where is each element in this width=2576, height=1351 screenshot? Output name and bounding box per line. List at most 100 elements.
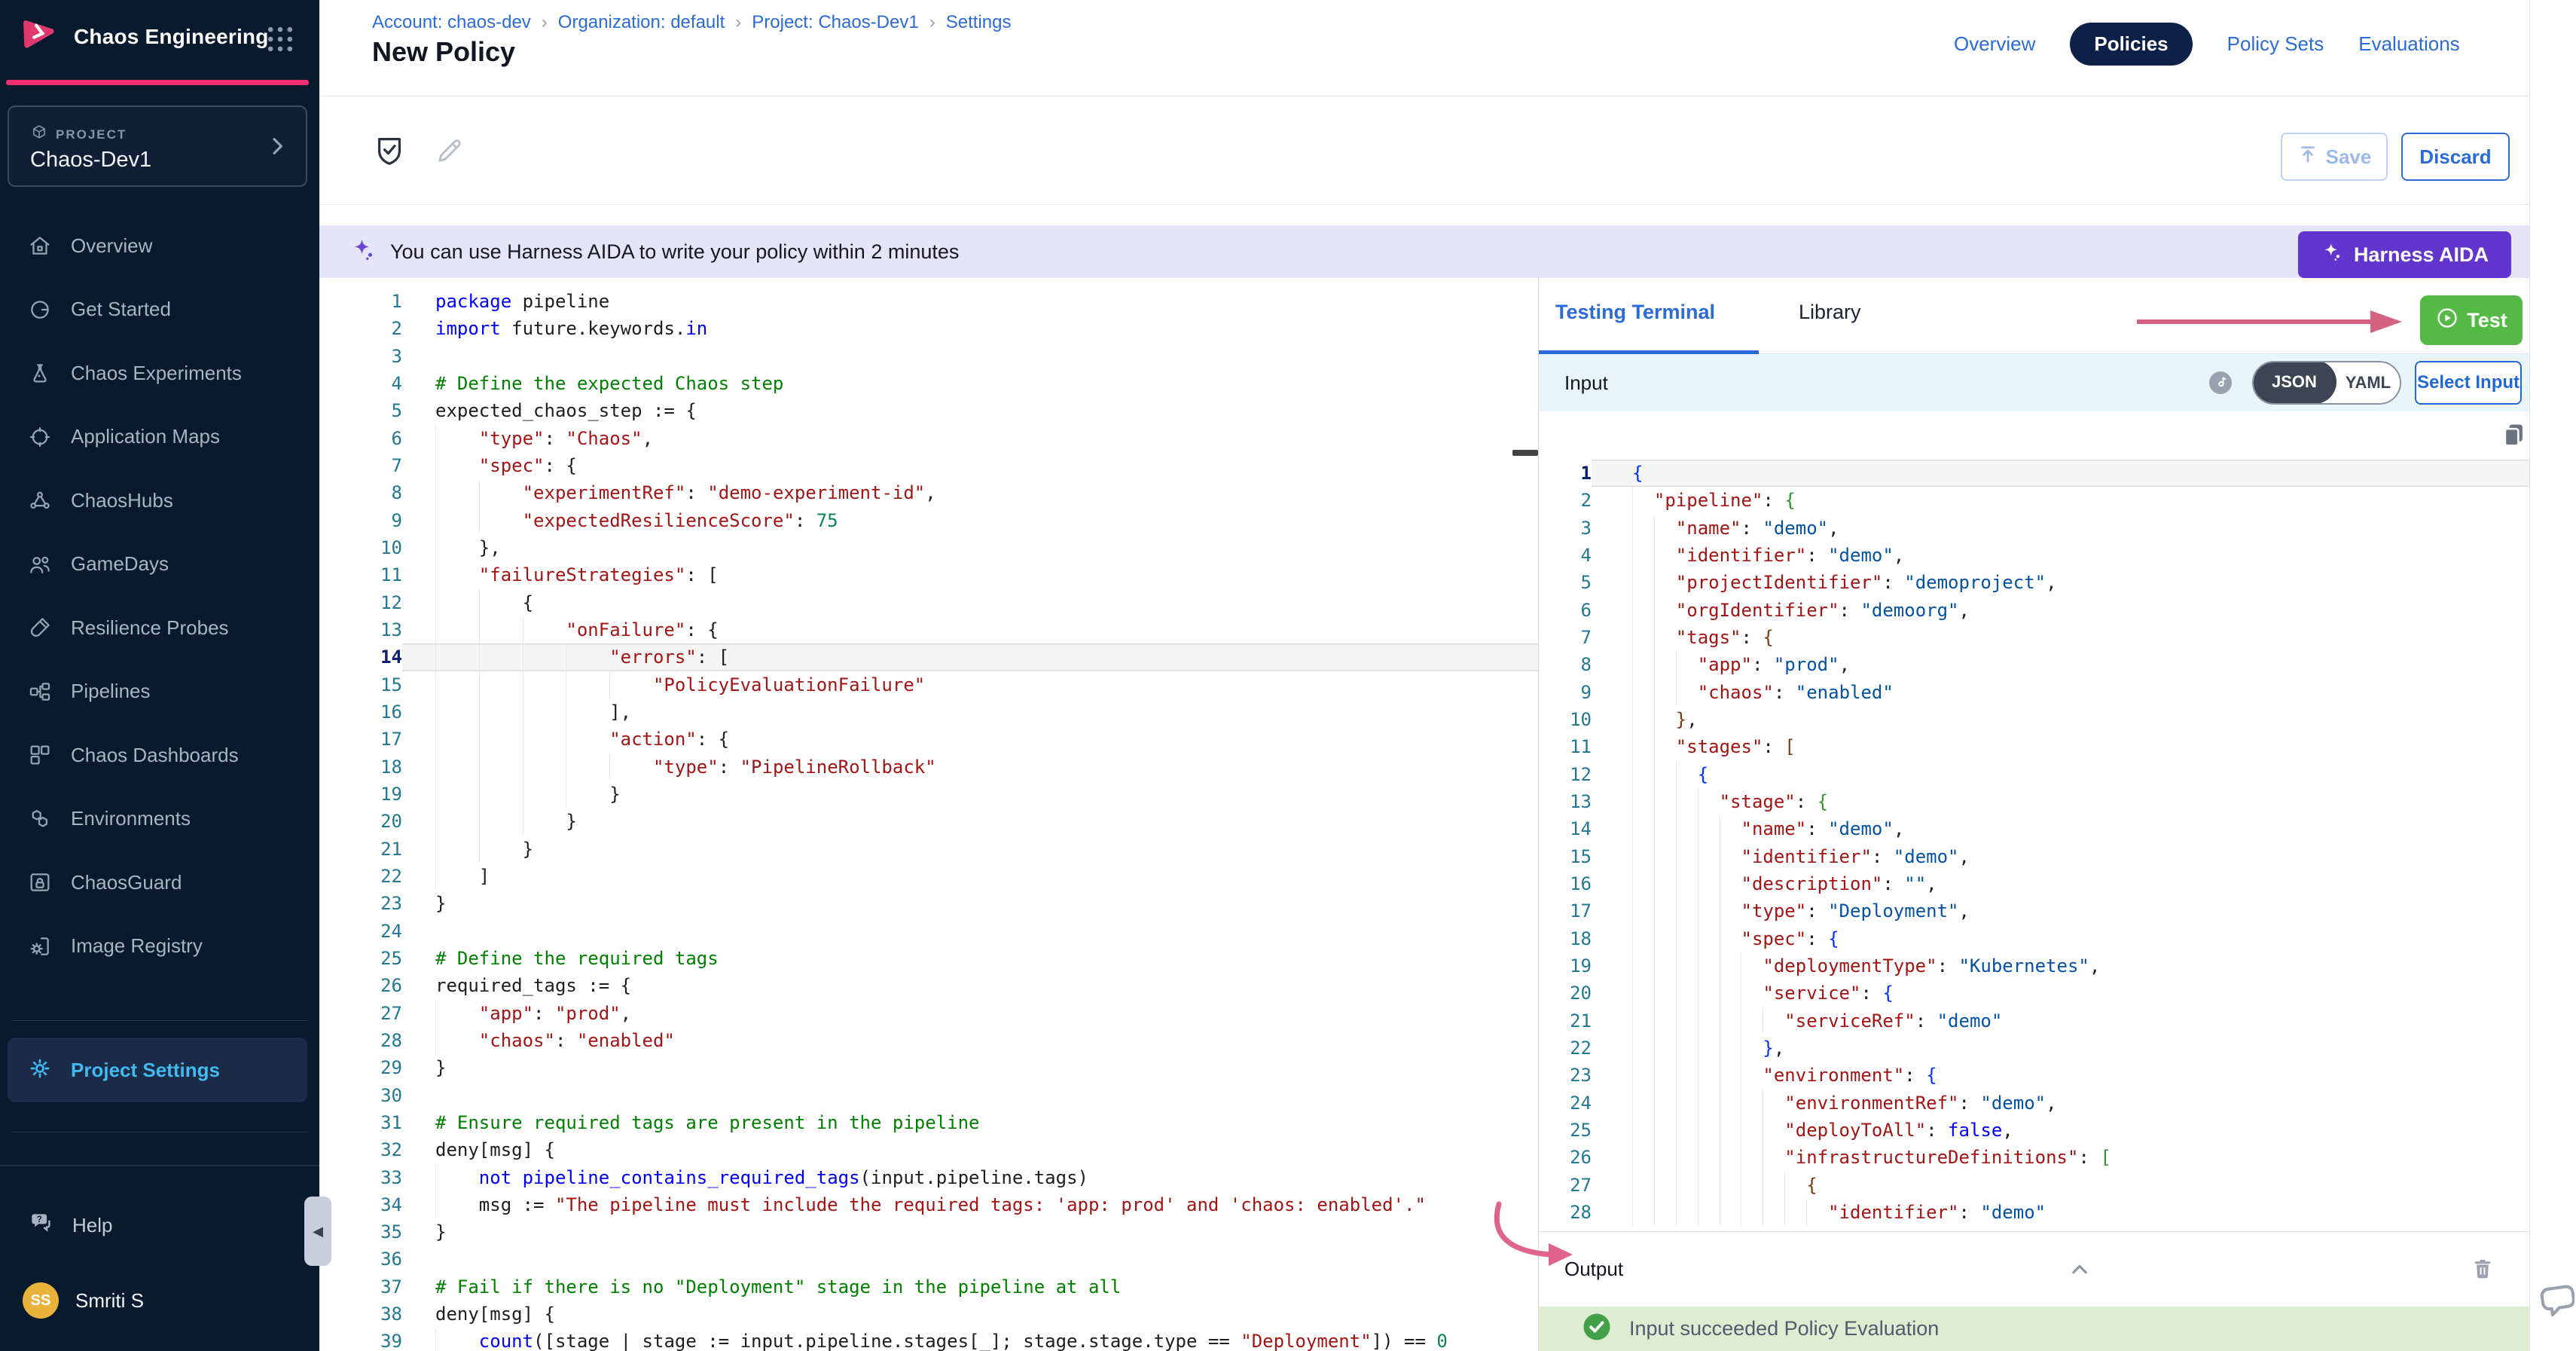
policy-code-editor[interactable]: 1package pipeline2import future.keywords… — [319, 278, 1538, 1351]
sidebar-item-label: Chaos Experiments — [71, 362, 242, 385]
sidebar-collapse-handle[interactable]: ◀ — [304, 1197, 331, 1266]
tab-library[interactable]: Library — [1799, 301, 1861, 324]
code-line: 30 — [319, 1082, 1538, 1109]
tab-testing-terminal[interactable]: Testing Terminal — [1555, 301, 1715, 324]
sidebar-item-chaos-experiments[interactable]: Chaos Experiments — [0, 341, 319, 405]
code-line: 23} — [319, 890, 1538, 917]
code-line: 12 { — [1539, 761, 2529, 788]
breadcrumb-link[interactable]: Account: chaos-dev — [372, 12, 531, 33]
users-icon — [27, 552, 53, 577]
format-toggle: JSON YAML — [2252, 361, 2401, 405]
discard-button[interactable]: Discard — [2401, 133, 2510, 181]
upload-icon — [2297, 144, 2318, 170]
sidebar-item-label: Image Registry — [71, 934, 203, 958]
sidebar-item-get-started[interactable]: Get Started — [0, 278, 319, 342]
format-json-option[interactable]: JSON — [2252, 361, 2336, 404]
tab-policy-sets[interactable]: Policy Sets — [2227, 32, 2324, 56]
sidebar: Chaos Engineering PROJECT Chaos-Dev1 — [0, 0, 319, 1351]
breadcrumb-link[interactable]: Organization: default — [558, 12, 725, 33]
sidebar-item-chaos-dashboards[interactable]: Chaos Dashboards — [0, 723, 319, 787]
breadcrumb-link[interactable]: Settings — [946, 12, 1012, 33]
breadcrumb-link[interactable]: Project: Chaos-Dev1 — [752, 12, 918, 33]
edit-pencil-icon[interactable] — [434, 135, 465, 170]
code-line: 14 "name": "demo", — [1539, 815, 2529, 842]
sidebar-item-label: ChaosHubs — [71, 489, 173, 512]
select-input-button[interactable]: Select Input — [2415, 361, 2522, 405]
code-line: 11 "failureStrategies": [ — [319, 561, 1538, 588]
pipeline-icon — [27, 679, 53, 705]
sidebar-item-label: Application Maps — [71, 425, 220, 448]
sidebar-item-label: Pipelines — [71, 680, 151, 703]
sidebar-item-image-registry[interactable]: Image Registry — [0, 915, 319, 979]
policy-shield-icon[interactable] — [372, 133, 407, 172]
code-line: 23 "environment": { — [1539, 1062, 2529, 1089]
product-title: Chaos Engineering — [74, 25, 269, 49]
success-check-icon — [1581, 1311, 1613, 1346]
chevron-left-icon: ◀ — [313, 1224, 323, 1239]
flask-icon — [27, 360, 53, 386]
code-line: 20 "service": { — [1539, 980, 2529, 1007]
code-line: 29} — [319, 1054, 1538, 1081]
sidebar-item-resilience-probes[interactable]: Resilience Probes — [0, 596, 319, 660]
code-line: 17 "action": { — [319, 726, 1538, 753]
input-label: Input — [1564, 371, 1608, 395]
policy-toolbar: Save Discard — [319, 97, 2529, 205]
code-line: 35} — [319, 1218, 1538, 1246]
tab-evaluations[interactable]: Evaluations — [2358, 32, 2459, 56]
play-icon — [2435, 306, 2459, 335]
gear-icon — [27, 1056, 53, 1085]
sidebar-item-label: ChaosGuard — [71, 871, 182, 894]
code-line: 32deny[msg] { — [319, 1136, 1538, 1163]
copy-icon[interactable] — [2499, 420, 2528, 453]
sidebar-item-gamedays[interactable]: GameDays — [0, 533, 319, 597]
aida-button-label: Harness AIDA — [2354, 243, 2489, 267]
code-line: 4 "identifier": "demo", — [1539, 542, 2529, 569]
sidebar-item-environments[interactable]: Environments — [0, 787, 319, 851]
test-button[interactable]: Test — [2420, 295, 2523, 345]
code-line: 27 { — [1539, 1172, 2529, 1199]
tab-overview[interactable]: Overview — [1954, 32, 2035, 56]
code-line: 19 } — [319, 781, 1538, 808]
app-switcher-icon[interactable] — [265, 24, 295, 58]
brand-accent-bar — [6, 80, 309, 85]
save-button[interactable]: Save — [2281, 133, 2388, 181]
harness-aida-button[interactable]: Harness AIDA — [2298, 231, 2511, 278]
tab-policies[interactable]: Policies — [2070, 23, 2192, 66]
input-json-editor[interactable]: 1{2 "pipeline": {3 "name": "demo",4 "ide… — [1539, 449, 2529, 1231]
sidebar-item-chaosguard[interactable]: ChaosGuard — [0, 851, 319, 915]
editor-resize-handle[interactable] — [1512, 450, 1538, 456]
cube-icon — [30, 124, 48, 145]
aida-sparkle-icon — [349, 237, 377, 267]
sidebar-item-help[interactable]: ? Help — [27, 1206, 112, 1245]
code-line: 4# Define the expected Chaos step — [319, 370, 1538, 397]
input-hint-icon — [2208, 370, 2233, 399]
code-line: 10 }, — [319, 534, 1538, 561]
test-label: Test — [2467, 309, 2507, 332]
code-line: 25# Define the required tags — [319, 945, 1538, 972]
user-menu[interactable]: SS Smriti S — [23, 1282, 144, 1319]
sidebar-item-project-settings[interactable]: Project Settings — [8, 1038, 307, 1102]
code-line: 19 "deploymentType": "Kubernetes", — [1539, 952, 2529, 980]
breadcrumb: Account: chaos-dev›Organization: default… — [372, 12, 1011, 33]
code-line: 8 "app": "prod", — [1539, 651, 2529, 678]
code-line: 9 "expectedResilienceScore": 75 — [319, 507, 1538, 534]
sidebar-item-pipelines[interactable]: Pipelines — [0, 660, 319, 724]
code-line: 38deny[msg] { — [319, 1301, 1538, 1328]
trash-icon[interactable] — [2469, 1255, 2496, 1285]
code-line: 28 "chaos": "enabled" — [319, 1027, 1538, 1054]
format-yaml-option[interactable]: YAML — [2336, 373, 2400, 393]
support-chat-icon[interactable] — [2535, 1281, 2574, 1324]
output-header: Output — [1539, 1231, 2529, 1307]
harness-logo-icon[interactable] — [20, 14, 62, 60]
code-line: 26required_tags := { — [319, 972, 1538, 999]
chevron-up-icon[interactable] — [2066, 1256, 2093, 1287]
sidebar-item-application-maps[interactable]: Application Maps — [0, 405, 319, 469]
input-header: Input JSON YAML Select Input — [1539, 354, 2529, 411]
code-line: 18 "spec": { — [1539, 925, 2529, 952]
project-selector[interactable]: PROJECT Chaos-Dev1 — [8, 105, 307, 187]
code-line: 2 "pipeline": { — [1539, 487, 2529, 514]
sidebar-item-chaoshubs[interactable]: ChaosHubs — [0, 469, 319, 533]
code-line: 2import future.keywords.in — [319, 315, 1538, 342]
sidebar-item-overview[interactable]: Overview — [0, 214, 319, 278]
project-label: PROJECT — [56, 127, 127, 142]
